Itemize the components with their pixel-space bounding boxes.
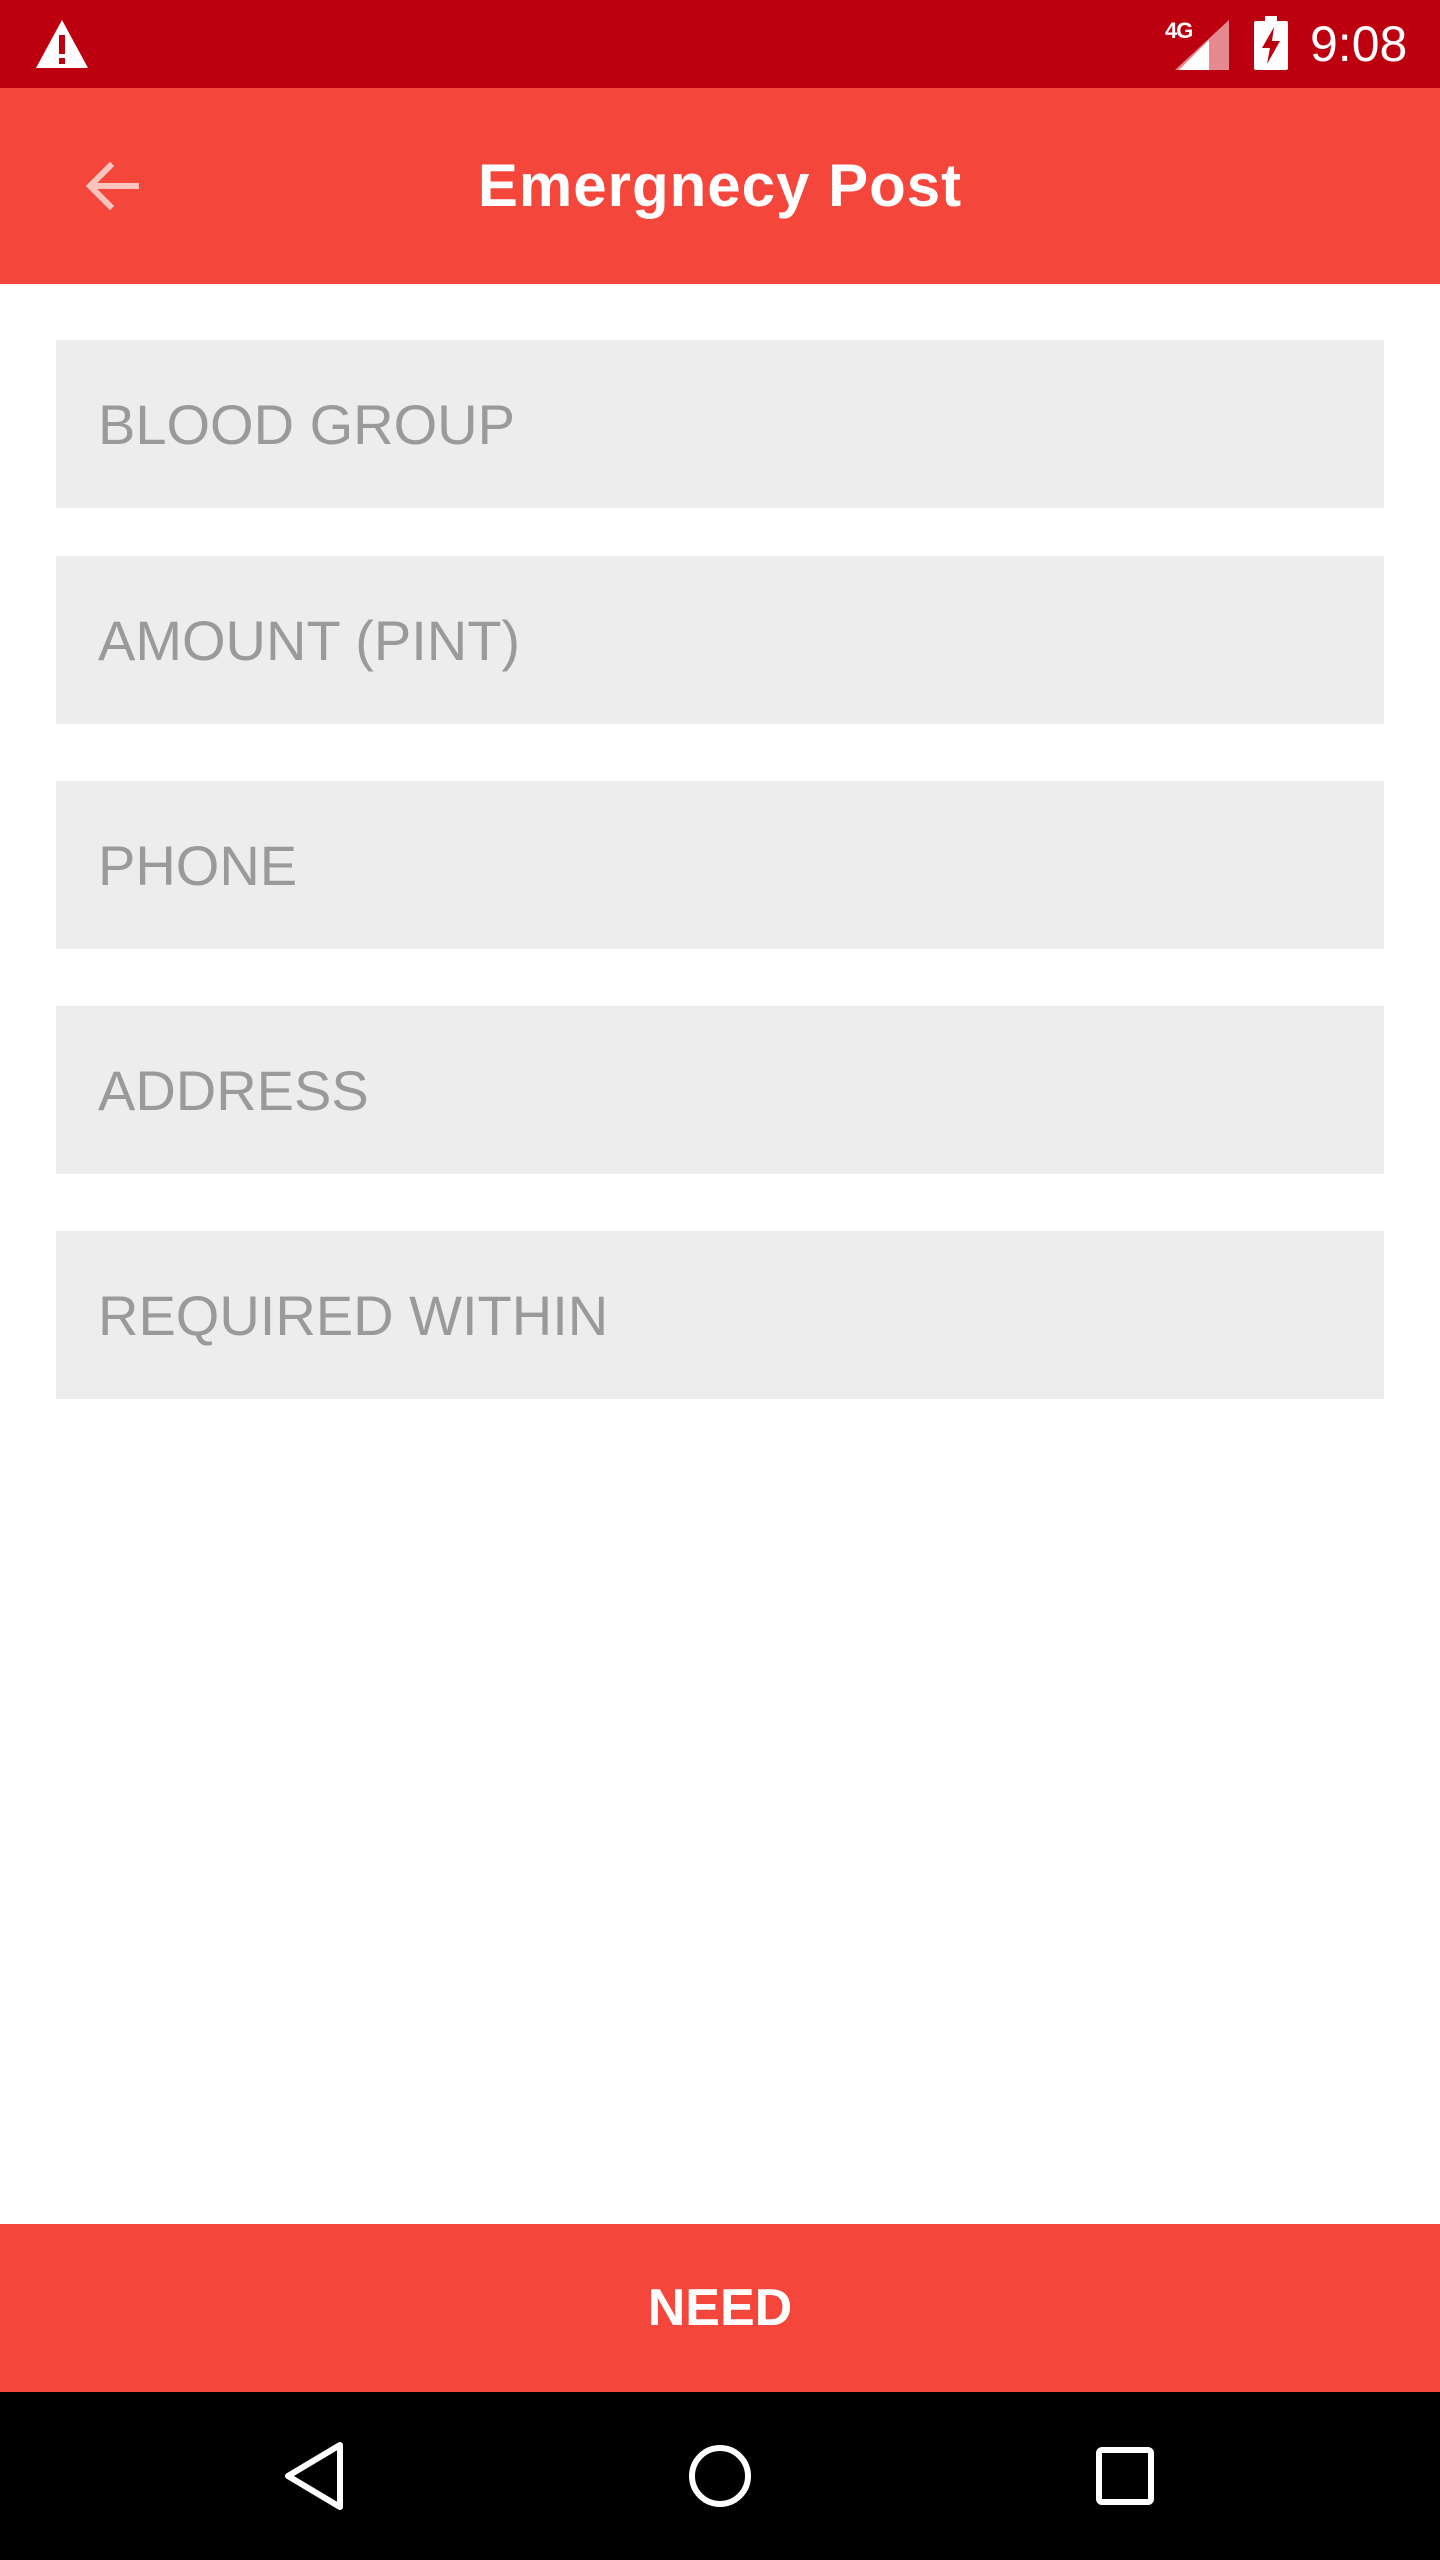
need-button[interactable]: NEED xyxy=(0,2224,1440,2392)
required-within-field-container xyxy=(56,1231,1384,1399)
arrow-back-icon xyxy=(85,161,139,211)
nav-back-button[interactable] xyxy=(265,2426,365,2526)
blood-group-field[interactable] xyxy=(56,340,1384,508)
nav-recents-icon xyxy=(1096,2447,1154,2505)
warning-icon xyxy=(36,20,88,68)
phone-field-container xyxy=(56,781,1384,949)
phone-field[interactable] xyxy=(56,781,1384,949)
address-field-container xyxy=(56,1006,1384,1174)
required-within-field[interactable] xyxy=(56,1231,1384,1399)
status-bar: 4G 9:08 xyxy=(0,0,1440,88)
nav-recents-button[interactable] xyxy=(1075,2426,1175,2526)
network-type-label: 4G xyxy=(1165,18,1193,43)
address-field[interactable] xyxy=(56,1006,1384,1174)
app-bar: Emergnecy Post xyxy=(0,88,1440,284)
amount-field-container xyxy=(56,556,1384,724)
nav-home-icon xyxy=(689,2445,751,2507)
blood-group-field-container xyxy=(56,340,1384,508)
amount-field[interactable] xyxy=(56,556,1384,724)
back-button[interactable] xyxy=(56,136,168,236)
navigation-bar xyxy=(0,2392,1440,2560)
page-title: Emergnecy Post xyxy=(477,152,963,219)
nav-back-icon xyxy=(285,2442,343,2510)
battery-charging-icon xyxy=(1254,16,1288,70)
nav-home-button[interactable] xyxy=(670,2426,770,2526)
status-time: 9:08 xyxy=(1310,16,1408,72)
